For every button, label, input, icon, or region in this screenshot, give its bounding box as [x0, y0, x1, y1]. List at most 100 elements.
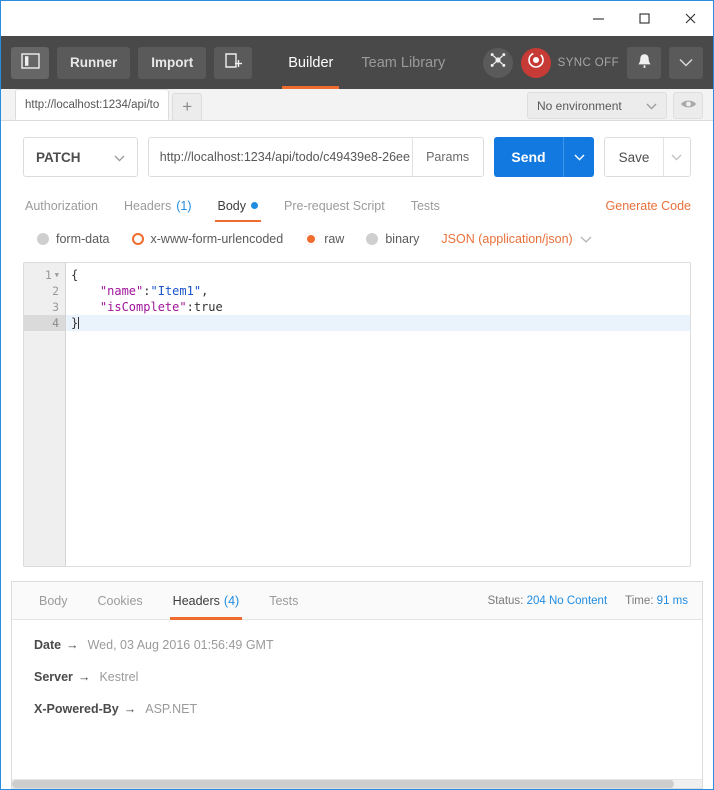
url-input[interactable]: http://localhost:1234/api/todo/c49439e8-… — [149, 138, 412, 176]
editor-line-number: 2 — [52, 284, 59, 298]
generate-code-link[interactable]: Generate Code — [606, 199, 691, 213]
body-type-options: form-data x-www-form-urlencoded raw bina… — [23, 222, 691, 256]
chevron-down-icon — [646, 99, 657, 113]
method-select[interactable]: PATCH — [23, 137, 138, 177]
arrow-icon: → — [66, 638, 79, 652]
response-header-value: Wed, 03 Aug 2016 01:56:49 GMT — [87, 638, 274, 652]
nav-tab-builder[interactable]: Builder — [274, 36, 347, 89]
response-tab-cookies[interactable]: Cookies — [83, 582, 158, 620]
save-button[interactable]: Save — [605, 138, 663, 176]
status-label: Status: — [487, 594, 524, 607]
body-type-form-data-label: form-data — [56, 232, 110, 246]
response-header-row: Server → Kestrel — [34, 670, 680, 684]
tab-tests[interactable]: Tests — [398, 189, 453, 222]
editor-gutter-filler — [24, 507, 65, 523]
tab-headers[interactable]: Headers (1) — [111, 189, 205, 222]
time-block: Time: 91 ms — [625, 595, 688, 607]
params-button[interactable]: Params — [411, 138, 483, 176]
send-button[interactable]: Send — [493, 137, 564, 177]
time-label: Time: — [625, 594, 654, 607]
editor-gutter-filler — [24, 539, 65, 555]
tab-headers-count: (1) — [176, 198, 192, 213]
editor-gutter-filler — [24, 379, 65, 395]
body-type-raw-label: raw — [324, 232, 345, 246]
tab-authorization[interactable]: Authorization — [23, 189, 111, 222]
account-menu-button[interactable] — [669, 46, 703, 79]
main-nav-tabs: Builder Team Library — [274, 36, 459, 89]
new-request-button[interactable] — [214, 46, 253, 79]
fold-caret-icon[interactable]: ▼ — [55, 267, 59, 283]
chevron-down-icon — [574, 148, 585, 166]
method-label: PATCH — [36, 149, 81, 165]
close-button[interactable] — [667, 1, 713, 36]
sync-label: SYNC OFF — [557, 56, 619, 69]
interceptor-button[interactable] — [482, 47, 513, 78]
request-builder: PATCH http://localhost:1234/api/todo/c49… — [1, 121, 713, 256]
sync-status[interactable]: SYNC OFF — [520, 47, 619, 78]
environment-quicklook-button[interactable] — [673, 92, 703, 119]
response-meta: Status: 204 No Content Time: 91 ms — [488, 595, 688, 607]
response-header-name: Date — [34, 638, 62, 652]
new-tab-button[interactable]: + — [172, 93, 203, 120]
notifications-button[interactable] — [627, 46, 661, 79]
code-token: "Item1" — [150, 284, 202, 298]
code-token: : — [186, 300, 194, 314]
response-tab-body[interactable]: Body — [24, 582, 83, 620]
import-label: Import — [151, 55, 194, 70]
maximize-button[interactable] — [621, 1, 667, 36]
content-type-label: JSON (application/json) — [441, 232, 573, 246]
minimize-button[interactable] — [575, 1, 621, 36]
body-type-x-www-form-urlencoded-label: x-www-form-urlencoded — [150, 232, 284, 246]
body-type-form-data[interactable]: form-data — [37, 232, 110, 246]
response-header-row: Date → Wed, 03 Aug 2016 01:56:49 GMT — [34, 638, 680, 652]
import-button[interactable]: Import — [138, 46, 207, 79]
runner-button[interactable]: Runner — [57, 46, 131, 79]
response-tab-headers-count: (4) — [223, 593, 240, 608]
environment-select[interactable]: No environment — [527, 92, 667, 119]
editor-line-number: 1 ▼ — [44, 267, 59, 283]
body-type-binary[interactable]: binary — [366, 232, 419, 246]
editor-code-line: "isComplete":true — [66, 299, 690, 315]
nav-tab-team-library[interactable]: Team Library — [347, 36, 459, 89]
request-section-tabs: Authorization Headers (1) Body Pre-reque… — [23, 189, 691, 222]
status-block: Status: 204 No Content — [488, 595, 608, 607]
editor-gutter-filler — [24, 347, 65, 363]
save-options-button[interactable] — [662, 138, 690, 176]
horizontal-scrollbar[interactable] — [12, 779, 702, 788]
response-header-name: Server — [34, 670, 73, 684]
editor-gutter-filler — [24, 331, 65, 347]
request-tab[interactable]: http://localhost:1234/api/to — [15, 89, 170, 120]
nav-tab-team-library-label: Team Library — [361, 54, 446, 71]
chevron-down-icon — [671, 148, 682, 166]
body-modified-dot-icon — [251, 202, 258, 209]
text-caret — [78, 317, 80, 329]
response-tab-headers[interactable]: Headers (4) — [158, 582, 255, 620]
body-type-raw[interactable]: raw — [305, 232, 344, 246]
editor-code-line: } — [66, 315, 690, 331]
runner-label: Runner — [70, 55, 118, 70]
response-header-value: Kestrel — [99, 670, 139, 684]
body-type-x-www-form-urlencoded[interactable]: x-www-form-urlencoded — [131, 232, 284, 246]
content-type-select[interactable]: JSON (application/json) — [441, 232, 592, 246]
tab-pre-request-script[interactable]: Pre-request Script — [271, 189, 398, 222]
response-section-tabs: Body Cookies Headers (4) Tests Status: 2… — [12, 582, 702, 620]
editor-code-line: "name":"Item1", — [66, 283, 690, 299]
send-options-button[interactable] — [563, 137, 595, 177]
request-body-editor[interactable]: 1 ▼ 2 3 4 { "name":"Item1", "isComplete":tru… — [23, 262, 691, 567]
tab-body-label: Body — [217, 198, 247, 213]
url-text: http://localhost:1234/api/todo/c49439e8-… — [159, 150, 410, 164]
tab-headers-label: Headers — [123, 198, 172, 213]
editor-gutter: 1 ▼ 2 3 4 — [24, 263, 66, 566]
editor-line-number: 3 — [52, 300, 59, 314]
editor-code-area[interactable]: { "name":"Item1", "isComplete":true} — [66, 263, 690, 566]
sidebar-toggle-button[interactable] — [11, 46, 49, 79]
radio-icon — [305, 233, 318, 245]
editor-gutter-filler — [24, 427, 65, 443]
tab-body[interactable]: Body — [205, 189, 272, 222]
radio-icon — [37, 233, 49, 245]
sync-icon — [527, 51, 545, 74]
eye-icon — [680, 97, 697, 115]
editor-gutter-filler — [24, 475, 65, 491]
response-header-value: ASP.NET — [145, 702, 198, 716]
response-tab-tests[interactable]: Tests — [254, 582, 313, 620]
